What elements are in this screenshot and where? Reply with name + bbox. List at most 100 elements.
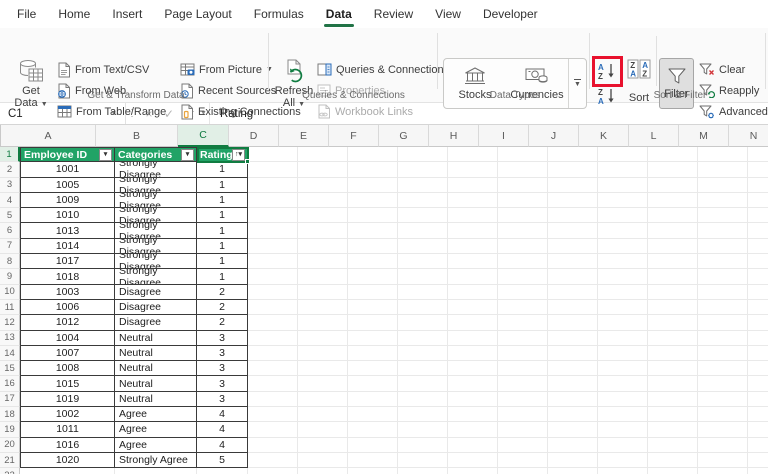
cell-I16[interactable] <box>498 376 548 391</box>
cell-N1[interactable] <box>748 147 768 162</box>
cell-K4[interactable] <box>598 193 648 208</box>
cell-D13[interactable] <box>248 331 298 346</box>
cell-L3[interactable] <box>648 178 698 193</box>
cell-I6[interactable] <box>498 223 548 238</box>
cell-E9[interactable] <box>298 269 348 284</box>
cell-M15[interactable] <box>698 361 748 376</box>
cell-E21[interactable] <box>298 453 348 468</box>
cell-C6[interactable]: 1 <box>197 223 248 238</box>
cell-D8[interactable] <box>248 254 298 269</box>
cell-N16[interactable] <box>748 376 768 391</box>
column-header-B[interactable]: B <box>96 125 178 147</box>
cell-A3[interactable]: 1005 <box>20 178 115 193</box>
cell-E6[interactable] <box>298 223 348 238</box>
row-header-5[interactable]: 5 <box>0 208 20 223</box>
cell-C4[interactable]: 1 <box>197 193 248 208</box>
filter-button[interactable]: Filter <box>659 58 694 109</box>
column-header-F[interactable]: F <box>329 125 379 147</box>
cell-L5[interactable] <box>648 208 698 223</box>
cell-D17[interactable] <box>248 392 298 407</box>
cell-L8[interactable] <box>648 254 698 269</box>
cell-M3[interactable] <box>698 178 748 193</box>
cell-A8[interactable]: 1017 <box>20 254 115 269</box>
cell-H7[interactable] <box>448 239 498 254</box>
cell-G8[interactable] <box>398 254 448 269</box>
cell-G19[interactable] <box>398 422 448 437</box>
cell-J10[interactable] <box>548 285 598 300</box>
cell-H13[interactable] <box>448 331 498 346</box>
cell-D9[interactable] <box>248 269 298 284</box>
cell-A15[interactable]: 1008 <box>20 361 115 376</box>
cell-I14[interactable] <box>498 346 548 361</box>
cell-C3[interactable]: 1 <box>197 178 248 193</box>
cell-F22[interactable] <box>348 468 398 474</box>
cell-C12[interactable]: 2 <box>197 315 248 330</box>
cell-C1[interactable]: Rating↑▾ <box>197 147 248 162</box>
cell-C22[interactable] <box>197 468 248 474</box>
cell-F4[interactable] <box>348 193 398 208</box>
cell-N11[interactable] <box>748 300 768 315</box>
cell-C2[interactable]: 1 <box>197 162 248 177</box>
cell-L2[interactable] <box>648 162 698 177</box>
cell-M11[interactable] <box>698 300 748 315</box>
tab-file[interactable]: File <box>6 0 47 28</box>
cell-D21[interactable] <box>248 453 298 468</box>
cell-G20[interactable] <box>398 438 448 453</box>
column-header-E[interactable]: E <box>279 125 329 147</box>
cell-F6[interactable] <box>348 223 398 238</box>
cell-C18[interactable]: 4 <box>197 407 248 422</box>
cell-M12[interactable] <box>698 315 748 330</box>
cell-D4[interactable] <box>248 193 298 208</box>
cell-L20[interactable] <box>648 438 698 453</box>
autofilter-button-A[interactable]: ▾ <box>99 149 112 161</box>
cell-B15[interactable]: Neutral <box>115 361 197 376</box>
tab-insert[interactable]: Insert <box>101 0 153 28</box>
column-header-L[interactable]: L <box>629 125 679 147</box>
cell-M8[interactable] <box>698 254 748 269</box>
cell-K20[interactable] <box>598 438 648 453</box>
cell-E13[interactable] <box>298 331 348 346</box>
cell-F8[interactable] <box>348 254 398 269</box>
cell-D20[interactable] <box>248 438 298 453</box>
cell-I17[interactable] <box>498 392 548 407</box>
cell-F9[interactable] <box>348 269 398 284</box>
cell-J17[interactable] <box>548 392 598 407</box>
cell-M19[interactable] <box>698 422 748 437</box>
cell-N13[interactable] <box>748 331 768 346</box>
cell-J20[interactable] <box>548 438 598 453</box>
cell-E11[interactable] <box>298 300 348 315</box>
cell-H1[interactable] <box>448 147 498 162</box>
cell-B10[interactable]: Disagree <box>115 285 197 300</box>
cell-M17[interactable] <box>698 392 748 407</box>
cell-B4[interactable]: Strongly Disagree <box>115 193 197 208</box>
cell-J16[interactable] <box>548 376 598 391</box>
cell-E14[interactable] <box>298 346 348 361</box>
cell-J9[interactable] <box>548 269 598 284</box>
row-header-18[interactable]: 18 <box>0 407 20 422</box>
cell-G17[interactable] <box>398 392 448 407</box>
cell-F19[interactable] <box>348 422 398 437</box>
cell-G10[interactable] <box>398 285 448 300</box>
cell-F7[interactable] <box>348 239 398 254</box>
cell-C9[interactable]: 1 <box>197 269 248 284</box>
cell-L10[interactable] <box>648 285 698 300</box>
cell-D3[interactable] <box>248 178 298 193</box>
cell-H11[interactable] <box>448 300 498 315</box>
cell-H14[interactable] <box>448 346 498 361</box>
cell-B5[interactable]: Strongly Disagree <box>115 208 197 223</box>
cell-N22[interactable] <box>748 468 768 474</box>
row-header-14[interactable]: 14 <box>0 346 20 361</box>
cell-K10[interactable] <box>598 285 648 300</box>
cell-D7[interactable] <box>248 239 298 254</box>
cell-M16[interactable] <box>698 376 748 391</box>
cell-L12[interactable] <box>648 315 698 330</box>
get-data-button[interactable]: Get Data ▼ <box>8 58 54 109</box>
cell-E17[interactable] <box>298 392 348 407</box>
cell-C14[interactable]: 3 <box>197 346 248 361</box>
row-header-2[interactable]: 2 <box>0 162 20 177</box>
cell-B19[interactable]: Agree <box>115 422 197 437</box>
tab-formulas[interactable]: Formulas <box>243 0 315 28</box>
cell-B3[interactable]: Strongly Disagree <box>115 178 197 193</box>
cell-N18[interactable] <box>748 407 768 422</box>
cell-M2[interactable] <box>698 162 748 177</box>
